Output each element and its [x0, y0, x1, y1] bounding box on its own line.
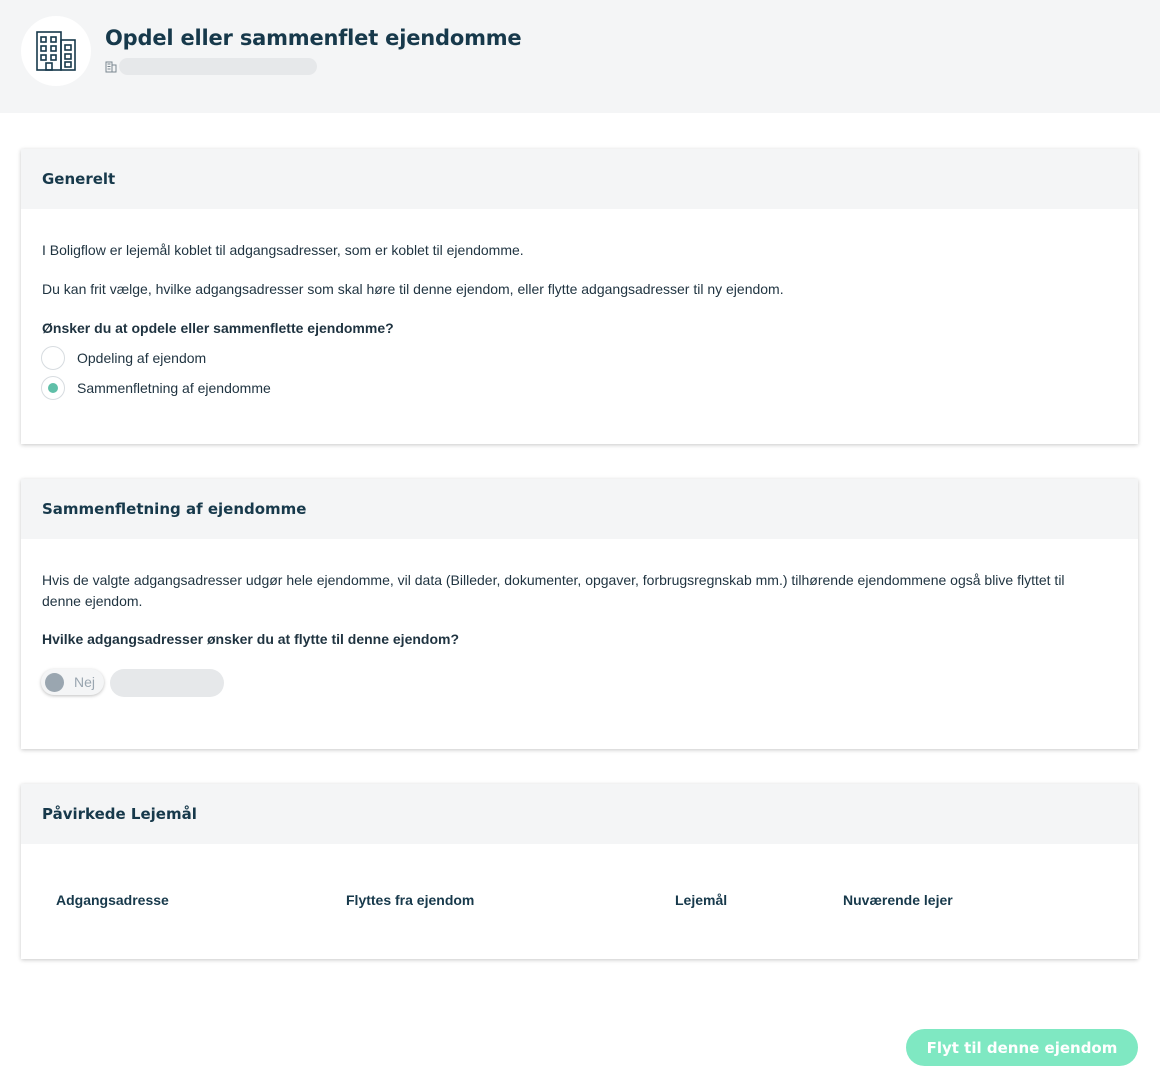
move-to-property-button[interactable]: Flyt til denne ejendom: [906, 1029, 1138, 1066]
info-paragraph: Du kan frit vælge, hvilke adgangsadresse…: [42, 281, 784, 297]
merge-description: Hvis de valgte adgangsadresser udgør hel…: [42, 572, 1065, 609]
affected-card-title: Påvirkede Lejemål: [42, 805, 197, 823]
toggle-description-placeholder: [110, 669, 224, 697]
property-name-placeholder: [119, 58, 317, 75]
radio-selected-dot: [48, 383, 58, 393]
general-card: Generelt I Boligflow er lejemål koblet t…: [21, 149, 1138, 444]
column-header-lease: Lejemål: [675, 892, 728, 908]
column-header-moved-from: Flyttes fra ejendom: [346, 892, 475, 908]
column-header-address: Adgangsadresse: [56, 892, 169, 908]
general-card-body: I Boligflow er lejemål koblet til adgang…: [21, 209, 1138, 444]
radio-option-split[interactable]: Opdeling af ejendom: [41, 346, 206, 370]
toggle-label: Nej: [74, 674, 96, 690]
building-small-icon: [105, 61, 117, 72]
page-title: Opdel eller sammenflet ejendomme: [105, 26, 522, 50]
radio-label-merge: Sammenfletning af ejendomme: [77, 380, 271, 396]
affected-leases-card: Påvirkede Lejemål Adgangsadresse Flyttes…: [21, 784, 1138, 959]
page-header: Opdel eller sammenflet ejendomme: [0, 0, 1160, 113]
radio-option-merge[interactable]: Sammenfletning af ejendomme: [41, 376, 271, 400]
property-subtitle: [105, 58, 317, 75]
merge-card-header: Sammenfletning af ejendomme: [21, 479, 1138, 539]
column-header-current-tenant: Nuværende lejer: [843, 892, 953, 908]
merge-card-title: Sammenfletning af ejendomme: [42, 500, 307, 518]
merge-card-body: Hvis de valgte adgangsadresser udgør hel…: [21, 539, 1138, 749]
affected-card-header: Påvirkede Lejemål: [21, 784, 1138, 844]
general-card-header: Generelt: [21, 149, 1138, 209]
merge-card: Sammenfletning af ejendomme Hvis de valg…: [21, 479, 1138, 749]
split-or-merge-question: Ønsker du at opdele eller sammenflette e…: [42, 320, 394, 336]
toggle-knob: [45, 672, 64, 692]
avatar: [21, 16, 91, 86]
affected-table: Adgangsadresse Flyttes fra ejendom Lejem…: [21, 844, 1138, 959]
radio-button-split[interactable]: [41, 346, 65, 370]
addresses-question: Hvilke adgangsadresser ønsker du at flyt…: [42, 631, 460, 647]
intro-paragraph: I Boligflow er lejemål koblet til adgang…: [42, 242, 524, 258]
radio-label-split: Opdeling af ejendom: [77, 350, 207, 366]
general-card-title: Generelt: [42, 170, 116, 188]
addresses-toggle[interactable]: Nej: [41, 669, 104, 695]
building-icon: [36, 31, 76, 71]
radio-button-merge[interactable]: [41, 376, 65, 400]
